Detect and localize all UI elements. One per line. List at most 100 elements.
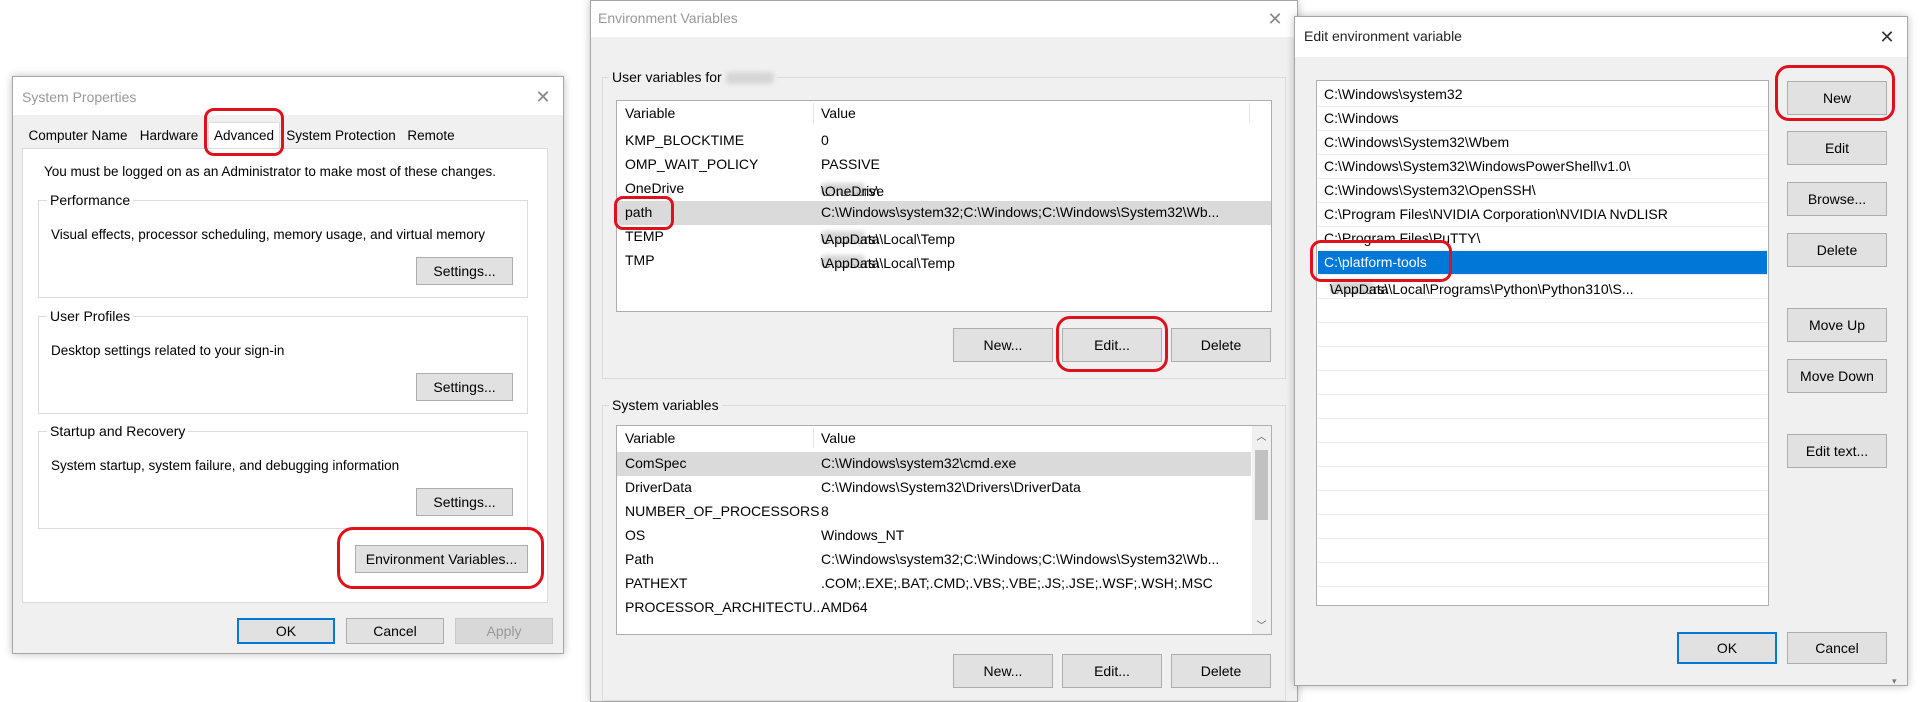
path-entries-list[interactable]: C:\Windows\system32 C:\Windows C:\Window… [1316, 80, 1769, 606]
system-new-button[interactable]: New... [953, 654, 1053, 688]
edit-button[interactable]: Edit [1787, 131, 1887, 165]
edit-env-titlebar: Edit environment variable ✕ [1295, 17, 1907, 57]
column-variable[interactable]: Variable [625, 105, 675, 121]
user-delete-button[interactable]: Delete [1171, 328, 1271, 362]
move-down-button[interactable]: Move Down [1787, 359, 1887, 393]
list-item[interactable] [1318, 299, 1767, 323]
list-item[interactable] [1318, 539, 1767, 563]
table-row[interactable]: OneDrive C:\Users\\OneDrive [617, 177, 1271, 201]
variable-value: C:\Windows\system32\cmd.exe [821, 455, 1017, 471]
column-variable[interactable]: Variable [625, 430, 675, 446]
scroll-down-icon[interactable]: ﹀ [1252, 617, 1271, 632]
list-item[interactable]: C:\Windows [1318, 107, 1767, 131]
variable-name: PATHEXT [625, 575, 688, 591]
variable-name: DriverData [625, 479, 692, 495]
variable-value: 8 [821, 503, 829, 519]
variable-value: Windows_NT [821, 527, 905, 543]
user-profiles-settings-button[interactable]: Settings... [416, 373, 513, 401]
column-value[interactable]: Value [821, 105, 856, 121]
scroll-up-icon[interactable]: ︿ [1252, 428, 1271, 443]
list-item[interactable] [1318, 563, 1767, 587]
performance-label: Performance [47, 192, 134, 208]
tab-system-protection[interactable]: System Protection [284, 125, 398, 147]
table-row[interactable]: TEMP C:\Users\\AppData\Local\Temp [617, 225, 1271, 249]
cancel-button[interactable]: Cancel [346, 618, 444, 644]
edit-text-button[interactable]: Edit text... [1787, 434, 1887, 468]
cancel-button[interactable]: Cancel [1787, 632, 1887, 664]
tab-advanced[interactable]: Advanced [208, 122, 280, 149]
startup-recovery-settings-button[interactable]: Settings... [416, 488, 513, 516]
tab-remote[interactable]: Remote [402, 125, 460, 147]
list-item[interactable] [1318, 395, 1767, 419]
list-item[interactable]: C:\Users\\AppData\Local\Programs\Python\… [1318, 275, 1767, 299]
path-entry-text: C:\Windows\system32 [1324, 86, 1463, 102]
scrollbar-thumb[interactable] [1255, 450, 1268, 520]
table-row[interactable]: DriverData C:\Windows\System32\Drivers\D… [617, 476, 1251, 500]
table-row[interactable]: PATHEXT .COM;.EXE;.BAT;.CMD;.VBS;.VBE;.J… [617, 572, 1251, 596]
table-row-selected[interactable]: path C:\Windows\system32;C:\Windows;C:\W… [617, 201, 1271, 225]
ok-button[interactable]: OK [1677, 632, 1777, 664]
user-new-button[interactable]: New... [953, 328, 1053, 362]
system-variables-list[interactable]: Variable Value ComSpec C:\Windows\system… [616, 425, 1272, 635]
list-item[interactable] [1318, 443, 1767, 467]
list-item[interactable]: C:\Windows\System32\WindowsPowerShell\v1… [1318, 155, 1767, 179]
tab-hardware[interactable]: Hardware [136, 125, 202, 147]
variable-name: PROCESSOR_ARCHITECTU... [625, 599, 825, 615]
new-button[interactable]: New [1787, 81, 1887, 115]
table-row[interactable]: NUMBER_OF_PROCESSORS 8 [617, 500, 1251, 524]
table-row[interactable]: TMP C:\Users\\AppData\Local\Temp [617, 249, 1271, 273]
delete-button[interactable]: Delete [1787, 233, 1887, 267]
table-row[interactable]: OMP_WAIT_POLICY PASSIVE [617, 153, 1271, 177]
list-item[interactable]: C:\Windows\System32\Wbem [1318, 131, 1767, 155]
apply-button[interactable]: Apply [455, 618, 553, 644]
list-item[interactable] [1318, 419, 1767, 443]
startup-recovery-desc: System startup, system failure, and debu… [51, 458, 400, 473]
list-item[interactable]: C:\Program Files\PuTTY\ [1318, 227, 1767, 251]
environment-variables-button[interactable]: Environment Variables... [355, 545, 528, 573]
table-row[interactable]: OS Windows_NT [617, 524, 1251, 548]
list-item[interactable] [1318, 347, 1767, 371]
list-header: Variable Value [617, 101, 1271, 124]
admin-notice: You must be logged on as an Administrato… [44, 164, 497, 179]
variable-value: AMD64 [821, 599, 868, 615]
path-entry-text: C:\Program Files\NVIDIA Corporation\NVID… [1324, 206, 1668, 222]
performance-settings-button[interactable]: Settings... [416, 257, 513, 285]
startup-recovery-label: Startup and Recovery [47, 423, 189, 439]
system-properties-titlebar: System Properties ✕ [13, 77, 563, 115]
list-item[interactable] [1318, 371, 1767, 395]
user-profiles-label: User Profiles [47, 308, 134, 324]
list-item[interactable] [1318, 323, 1767, 347]
list-item[interactable] [1318, 491, 1767, 515]
user-variables-list[interactable]: Variable Value KMP_BLOCKTIME 0 OMP_WAIT_… [616, 100, 1272, 312]
list-item-selected[interactable]: C:\platform-tools [1318, 251, 1767, 275]
vertical-scrollbar[interactable]: ︿ ﹀ [1252, 426, 1271, 634]
path-entry-text: C:\Windows\System32\Wbem [1324, 134, 1510, 150]
table-row-selected[interactable]: ComSpec C:\Windows\system32\cmd.exe [617, 452, 1251, 476]
tab-computer-name[interactable]: Computer Name [24, 125, 132, 147]
close-icon[interactable]: ✕ [1261, 5, 1289, 33]
list-item[interactable] [1318, 515, 1767, 539]
table-row[interactable]: KMP_BLOCKTIME 0 [617, 129, 1271, 153]
user-edit-button[interactable]: Edit... [1062, 328, 1162, 362]
column-value[interactable]: Value [821, 430, 856, 446]
browse-button[interactable]: Browse... [1787, 182, 1887, 216]
variable-name: KMP_BLOCKTIME [625, 132, 745, 148]
column-separator [813, 103, 814, 123]
list-item[interactable]: C:\Windows\System32\OpenSSH\ [1318, 179, 1767, 203]
system-edit-button[interactable]: Edit... [1062, 654, 1162, 688]
variable-name: TMP [625, 252, 655, 268]
close-icon[interactable]: ✕ [1873, 23, 1901, 51]
table-row[interactable]: Path C:\Windows\system32;C:\Windows;C:\W… [617, 548, 1251, 572]
table-row[interactable]: PROCESSOR_ARCHITECTU... AMD64 [617, 596, 1251, 620]
list-item[interactable] [1318, 467, 1767, 491]
close-icon[interactable]: ✕ [529, 83, 557, 111]
list-item[interactable]: C:\Program Files\NVIDIA Corporation\NVID… [1318, 203, 1767, 227]
move-up-button[interactable]: Move Up [1787, 308, 1887, 342]
list-item[interactable]: C:\Windows\system32 [1318, 83, 1767, 107]
variable-value: .COM;.EXE;.BAT;.CMD;.VBS;.VBE;.JS;.JSE;.… [821, 575, 1213, 591]
ok-button[interactable]: OK [237, 618, 335, 644]
list-header: Variable Value [617, 426, 1271, 449]
system-delete-button[interactable]: Delete [1171, 654, 1271, 688]
scroll-down-icon: ▾ [1892, 676, 1897, 686]
system-variables-label: System variables [609, 397, 722, 413]
